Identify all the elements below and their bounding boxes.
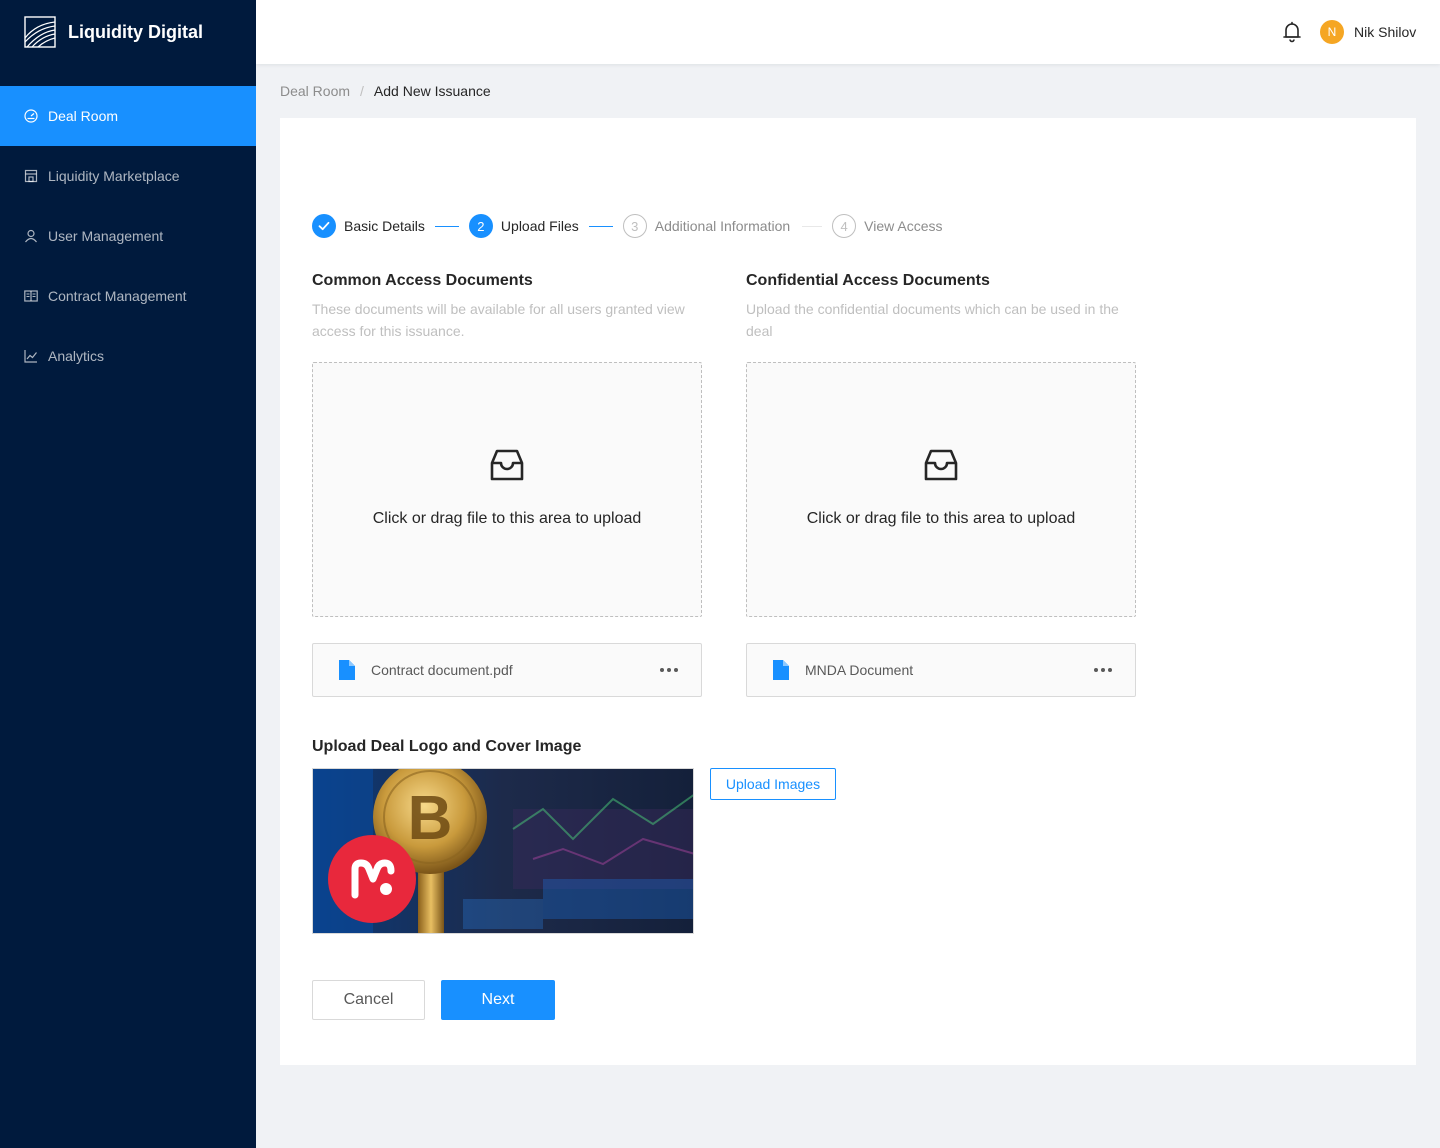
step-number: 4 [832, 214, 857, 238]
sidebar-item-label: User Management [48, 228, 164, 244]
more-icon[interactable] [659, 667, 679, 673]
brand-logo-icon [24, 16, 56, 48]
step-number: 2 [468, 214, 493, 238]
confidential-docs-description: Upload the confidential documents which … [746, 301, 1119, 339]
top-header: N Nik Shilov [256, 0, 1440, 64]
inbox-icon [924, 449, 958, 481]
step-label: Upload Files [500, 218, 579, 234]
images-title: Upload Deal Logo and Cover Image [312, 738, 582, 755]
sidebar-item-contract-management[interactable]: Contract Management [0, 266, 256, 326]
file-icon [773, 660, 789, 680]
more-icon[interactable] [1093, 667, 1113, 673]
file-name: Contract document.pdf [371, 662, 513, 678]
confidential-docs-dropzone[interactable]: Click or drag file to this area to uploa… [746, 362, 1136, 617]
step-additional-information[interactable]: 3 Additional Information [622, 214, 791, 238]
cancel-button[interactable]: Cancel [312, 980, 425, 1020]
sidebar-item-user-management[interactable]: User Management [0, 206, 256, 266]
step-connector [588, 225, 613, 227]
upload-images-button[interactable]: Upload Images [710, 768, 836, 800]
sidebar-item-liquidity-marketplace[interactable]: Liquidity Marketplace [0, 146, 256, 206]
breadcrumb: Deal Room / Add New Issuance [280, 83, 491, 99]
breadcrumb-separator: / [360, 83, 364, 99]
check-icon [312, 214, 336, 238]
sidebar-item-label: Analytics [48, 348, 105, 364]
common-file-item[interactable]: Contract document.pdf [312, 643, 702, 697]
common-docs-dropzone[interactable]: Click or drag file to this area to uploa… [312, 362, 702, 617]
file-name: MNDA Document [805, 662, 914, 678]
common-docs-title: Common Access Documents [312, 272, 533, 289]
step-upload-files[interactable]: 2 Upload Files [468, 214, 579, 238]
cover-image: B [312, 768, 694, 934]
sidebar: Liquidity Digital Deal Room Liquidity Ma… [0, 0, 256, 1148]
sidebar-item-label: Contract Management [48, 288, 187, 304]
breadcrumb-link-deal-room[interactable]: Deal Room [280, 83, 350, 99]
common-docs-description: These documents will be available for al… [312, 301, 685, 339]
sidebar-item-label: Deal Room [48, 108, 119, 124]
steps: Basic Details 2 Upload Files 3 Additiona… [312, 214, 943, 238]
dropzone-text: Click or drag file to this area to uploa… [806, 510, 1076, 527]
shop-icon [24, 169, 38, 183]
sidebar-item-analytics[interactable]: Analytics [0, 326, 256, 386]
step-view-access[interactable]: 4 View Access [832, 214, 943, 238]
file-icon [339, 660, 355, 680]
sidebar-nav: Deal Room Liquidity Marketplace User Man… [0, 86, 256, 386]
step-label: Basic Details [344, 218, 425, 234]
line-chart-icon [24, 349, 38, 363]
issuance-form-card: Basic Details 2 Upload Files 3 Additiona… [280, 118, 1416, 1065]
sidebar-item-label: Liquidity Marketplace [48, 168, 180, 184]
breadcrumb-current: Add New Issuance [373, 83, 491, 99]
step-connector [434, 225, 459, 227]
sidebar-item-deal-room[interactable]: Deal Room [0, 86, 256, 146]
user-icon [24, 229, 38, 243]
step-connector [802, 225, 823, 227]
dropzone-text: Click or drag file to this area to uploa… [372, 510, 642, 527]
bell-icon[interactable] [1282, 21, 1302, 43]
step-label: View Access [864, 218, 943, 234]
avatar[interactable]: N [1320, 20, 1344, 44]
cover-image-graphic: B [313, 769, 693, 933]
inbox-icon [490, 449, 524, 481]
dashboard-icon [24, 109, 38, 123]
book-icon [24, 289, 38, 303]
confidential-docs-title: Confidential Access Documents [746, 272, 990, 289]
confidential-file-item[interactable]: MNDA Document [746, 643, 1136, 697]
step-label: Additional Information [654, 218, 791, 234]
brand-name: Liquidity Digital [68, 21, 203, 42]
user-name[interactable]: Nik Shilov [1354, 24, 1416, 40]
brand[interactable]: Liquidity Digital [0, 0, 256, 64]
step-number: 3 [622, 214, 647, 238]
step-basic-details[interactable]: Basic Details [312, 214, 425, 238]
next-button[interactable]: Next [441, 980, 555, 1020]
svg-text:B: B [408, 784, 453, 853]
